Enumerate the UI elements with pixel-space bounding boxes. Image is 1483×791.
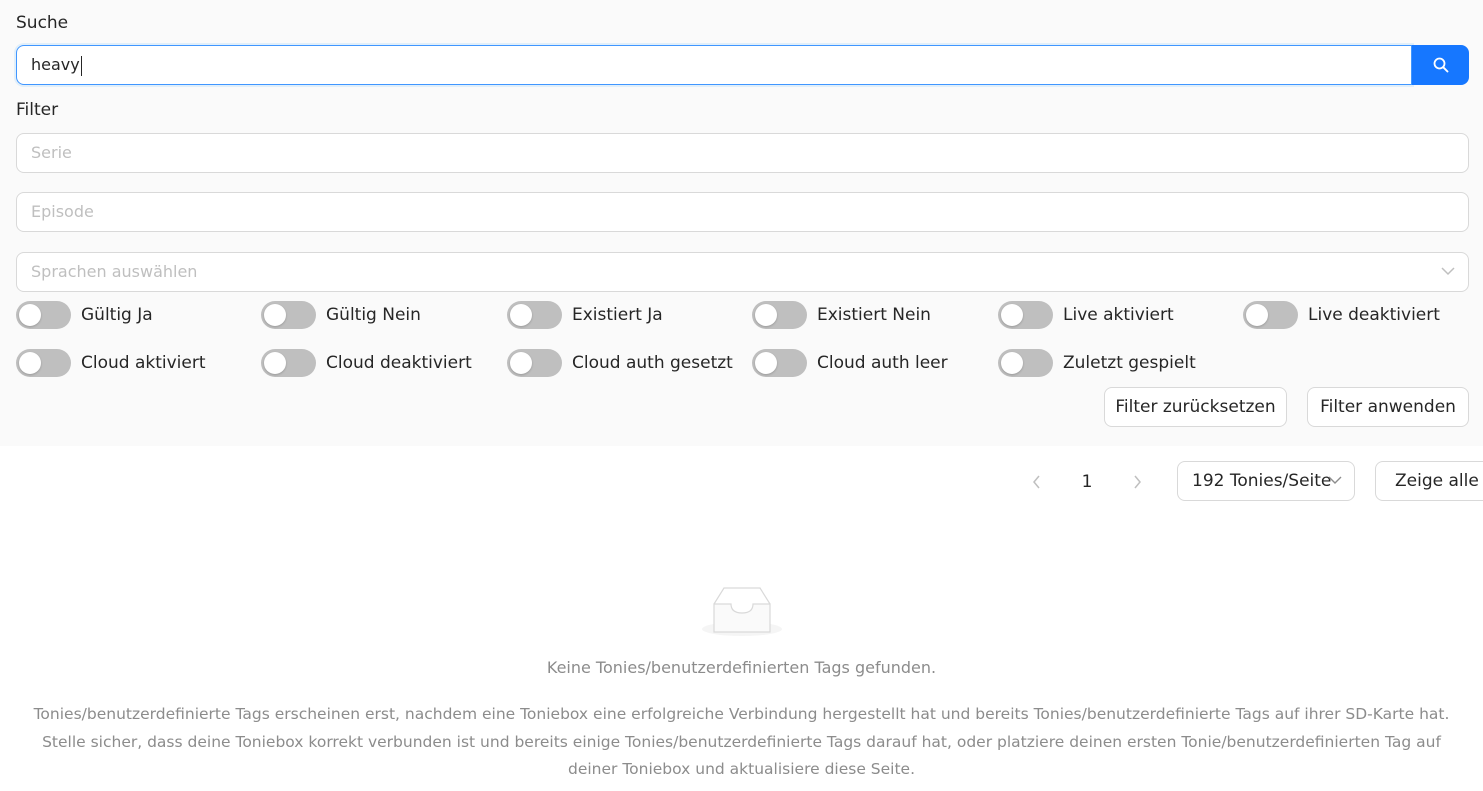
toggle-label: Zuletzt gespielt: [1063, 353, 1196, 373]
toggle-cloud-auth-gesetzt: Cloud auth gesetzt: [507, 348, 733, 378]
switch[interactable]: [1243, 301, 1298, 329]
show-all-button[interactable]: Zeige alle: [1375, 461, 1483, 501]
switch[interactable]: [507, 349, 562, 377]
toggle-label: Cloud deaktiviert: [326, 353, 472, 373]
switch[interactable]: [998, 301, 1053, 329]
search-input-value: heavy: [31, 55, 80, 74]
empty-inbox-icon: [702, 587, 782, 636]
toggle-label: Live aktiviert: [1063, 305, 1174, 325]
toggle-label: Gültig Ja: [81, 305, 153, 325]
switch[interactable]: [752, 349, 807, 377]
switch[interactable]: [16, 301, 71, 329]
next-page-button[interactable]: [1127, 472, 1147, 492]
switch[interactable]: [752, 301, 807, 329]
search-button[interactable]: [1412, 45, 1469, 85]
switch[interactable]: [507, 301, 562, 329]
toggle-existiert-nein: Existiert Nein: [752, 300, 931, 330]
search-icon: [1433, 57, 1448, 73]
switch[interactable]: [261, 349, 316, 377]
search-label: Suche: [16, 13, 69, 33]
reset-filter-button[interactable]: Filter zurücksetzen: [1104, 387, 1287, 427]
episode-input[interactable]: Episode: [16, 192, 1469, 232]
language-select[interactable]: Sprachen auswählen: [16, 252, 1469, 292]
prev-page-button[interactable]: [1027, 472, 1047, 492]
switch[interactable]: [261, 301, 316, 329]
filter-label: Filter: [16, 100, 59, 120]
search-bar: heavy: [16, 45, 1469, 85]
page-number[interactable]: 1: [1077, 470, 1097, 494]
toggle-gueltig-ja: Gültig Ja: [16, 300, 153, 330]
toggle-cloud-auth-leer: Cloud auth leer: [752, 348, 948, 378]
toggle-gueltig-nein: Gültig Nein: [261, 300, 421, 330]
toggle-live-aktiviert: Live aktiviert: [998, 300, 1174, 330]
toggle-label: Live deaktiviert: [1308, 305, 1440, 325]
series-input[interactable]: Serie: [16, 133, 1469, 173]
toggle-cloud-deaktiviert: Cloud deaktiviert: [261, 348, 472, 378]
chevron-left-icon: [1033, 475, 1040, 489]
language-select-placeholder: Sprachen auswählen: [31, 262, 198, 281]
empty-title: Keine Tonies/benutzerdefinierten Tags ge…: [546, 658, 937, 677]
toggle-live-deaktiviert: Live deaktiviert: [1243, 300, 1440, 330]
chevron-down-icon: [1441, 267, 1455, 276]
switch[interactable]: [16, 349, 71, 377]
toggle-label: Cloud auth gesetzt: [572, 353, 733, 373]
toggle-label: Gültig Nein: [326, 305, 421, 325]
toggle-label: Cloud auth leer: [817, 353, 948, 373]
toggle-zuletzt-gespielt: Zuletzt gespielt: [998, 348, 1196, 378]
chevron-down-icon: [1328, 476, 1342, 484]
toggle-label: Existiert Nein: [817, 305, 931, 325]
apply-filter-button[interactable]: Filter anwenden: [1307, 387, 1469, 427]
toggle-cloud-aktiviert: Cloud aktiviert: [16, 348, 206, 378]
toggle-existiert-ja: Existiert Ja: [507, 300, 663, 330]
empty-description: Tonies/benutzerdefinierte Tags erscheine…: [33, 705, 1450, 778]
page-size-select[interactable]: 192 Tonies/Seite: [1177, 461, 1355, 501]
switch[interactable]: [998, 349, 1053, 377]
chevron-right-icon: [1134, 475, 1141, 489]
search-input[interactable]: heavy: [16, 45, 1412, 85]
page-size-value: 192 Tonies/Seite: [1192, 471, 1332, 491]
toggle-label: Cloud aktiviert: [81, 353, 206, 373]
toggle-label: Existiert Ja: [572, 305, 663, 325]
text-caret: [80, 55, 82, 76]
